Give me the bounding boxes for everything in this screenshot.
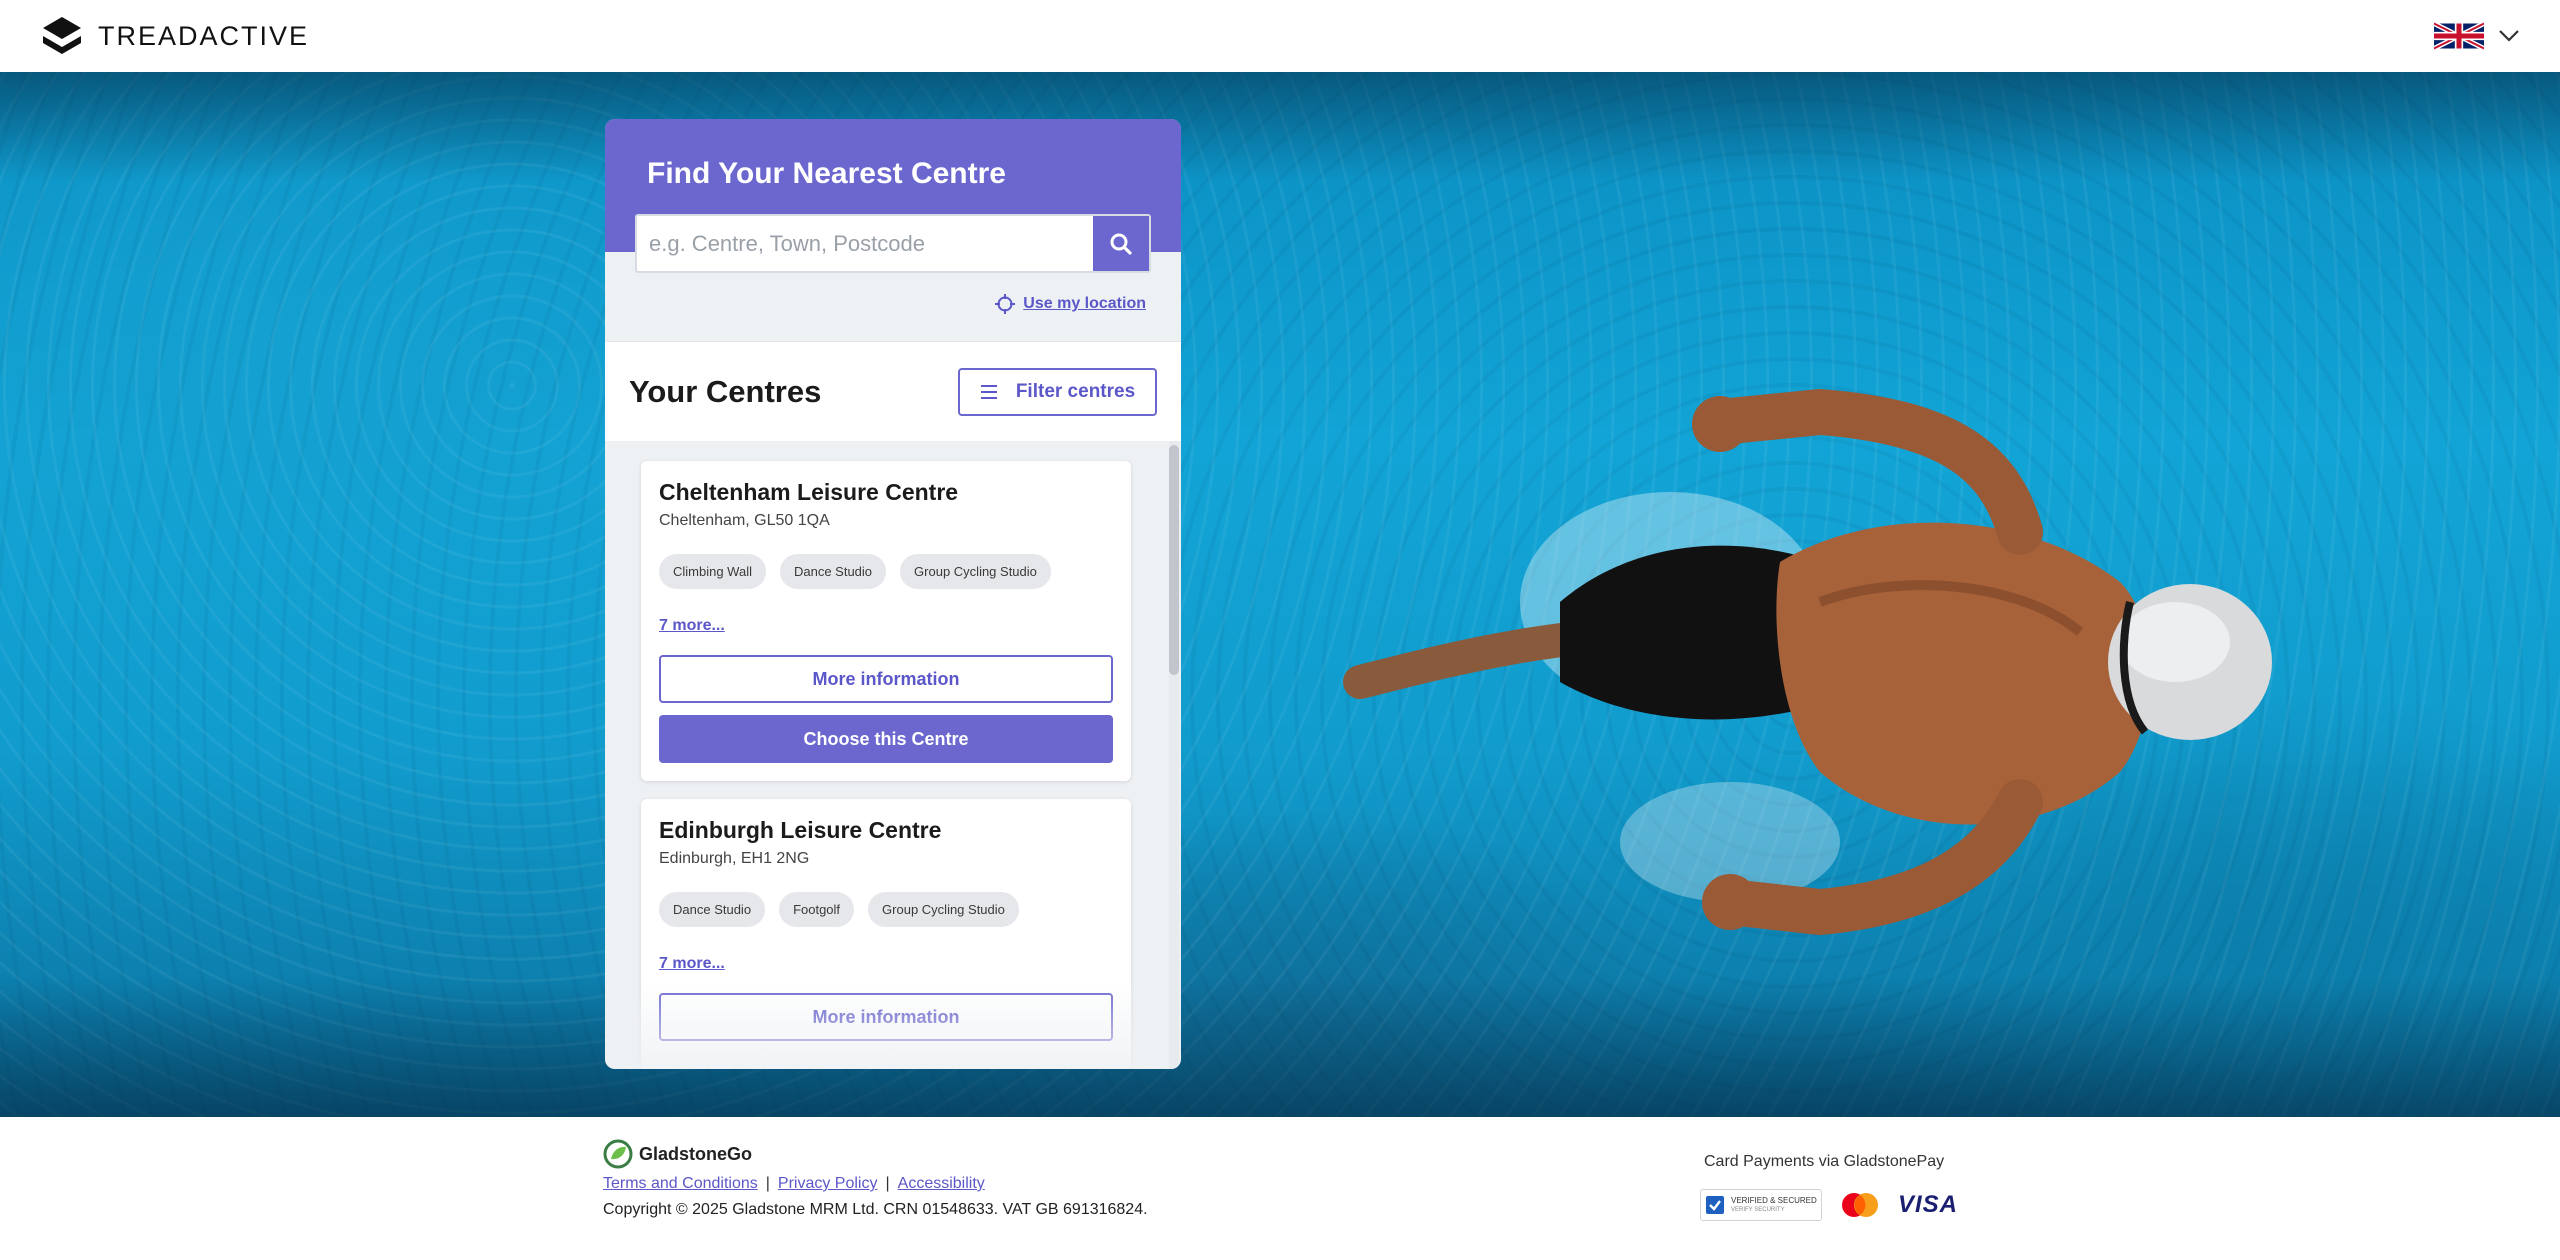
- copyright-text: Copyright © 2025 Gladstone MRM Ltd. CRN …: [603, 1201, 1148, 1218]
- verified-secured-badge: VERIFIED & SECURED VERIFY SECURITY: [1700, 1189, 1822, 1221]
- water-shade-top: [0, 72, 2560, 182]
- facility-tag: Group Cycling Studio: [900, 554, 1051, 589]
- payment-logos: VERIFIED & SECURED VERIFY SECURITY VISA: [1700, 1189, 1958, 1221]
- accessibility-link[interactable]: Accessibility: [898, 1175, 985, 1193]
- link-separator: |: [885, 1175, 890, 1192]
- brand-name: TREADACTIVE: [98, 20, 310, 51]
- facility-tag: Footgolf: [779, 892, 855, 927]
- search-box: [635, 214, 1151, 273]
- swimmer-illustration: [1343, 388, 2272, 936]
- more-information-button[interactable]: More information: [659, 993, 1113, 1041]
- chevron-down-icon: [2499, 30, 2519, 42]
- centre-finder-panel: Find Your Nearest Centre Use my location…: [605, 119, 1181, 1069]
- legal-links: Terms and Conditions | Privacy Policy | …: [603, 1175, 985, 1193]
- site-footer: GladstoneGo Terms and Conditions | Priva…: [0, 1117, 2560, 1260]
- centre-address: Cheltenham, GL50 1QA: [659, 512, 830, 529]
- facility-tag: Dance Studio: [659, 892, 766, 927]
- centre-address: Edinburgh, EH1 2NG: [659, 850, 810, 867]
- visa-logo: VISA: [1898, 1191, 1959, 1218]
- centre-name: Cheltenham Leisure Centre: [659, 479, 959, 505]
- centres-header: Your Centres Filter centres: [605, 341, 1181, 441]
- filter-centres-label: Filter centres: [1015, 380, 1136, 402]
- language-selector[interactable]: [2434, 22, 2520, 50]
- centre-card: Cheltenham Leisure Centre Cheltenham, GL…: [641, 461, 1131, 781]
- use-my-location-label: Use my location: [1023, 295, 1146, 312]
- centre-card: Edinburgh Leisure Centre Edinburgh, EH1 …: [641, 799, 1131, 1069]
- scrollbar-thumb[interactable]: [1169, 445, 1179, 675]
- finder-title: Find Your Nearest Centre: [647, 157, 1006, 190]
- verified-badge-subtext: VERIFY SECURITY: [1731, 1207, 1785, 1213]
- more-facilities-link[interactable]: 7 more...: [659, 617, 725, 635]
- facility-tags: Climbing Wall Dance Studio Group Cycling…: [659, 554, 1113, 589]
- shield-icon: [1706, 1196, 1724, 1214]
- gladstone-leaf-icon: [603, 1139, 633, 1169]
- centres-list[interactable]: Cheltenham Leisure Centre Cheltenham, GL…: [605, 441, 1181, 1069]
- uk-flag-icon: [2434, 22, 2484, 50]
- hero-pool-image: [0, 72, 2560, 1117]
- mastercard-icon: [1842, 1193, 1878, 1217]
- filter-centres-button[interactable]: Filter centres: [958, 367, 1157, 416]
- gladstone-go-name: GladstoneGo: [639, 1143, 753, 1164]
- menu-lines-icon: [980, 384, 997, 399]
- brand-logo-link[interactable]: TREADACTIVE: [40, 14, 309, 58]
- search-icon: [1110, 233, 1132, 255]
- facility-tag: Group Cycling Studio: [868, 892, 1019, 927]
- use-my-location-link[interactable]: Use my location: [995, 294, 1146, 314]
- gladstone-go-logo: GladstoneGo: [603, 1139, 752, 1169]
- centre-name: Edinburgh Leisure Centre: [659, 817, 942, 843]
- search-input[interactable]: [637, 216, 1093, 271]
- payments-title: Card Payments via GladstonePay: [1704, 1153, 1945, 1170]
- terms-link[interactable]: Terms and Conditions: [603, 1175, 758, 1193]
- facility-tag: Dance Studio: [779, 554, 887, 589]
- crosshair-icon: [995, 294, 1016, 314]
- facility-tags: Dance Studio Footgolf Group Cycling Stud…: [659, 892, 1113, 927]
- choose-centre-button[interactable]: Choose this Centre: [659, 715, 1113, 763]
- privacy-link[interactable]: Privacy Policy: [778, 1175, 878, 1193]
- facility-tag: Climbing Wall: [659, 554, 766, 589]
- centres-title: Your Centres: [629, 373, 822, 409]
- more-information-button[interactable]: More information: [659, 655, 1113, 703]
- more-facilities-link[interactable]: 7 more...: [659, 955, 725, 973]
- site-header: TREADACTIVE: [0, 0, 2560, 72]
- search-button[interactable]: [1093, 216, 1149, 271]
- treadactive-logo-icon: [43, 17, 81, 54]
- verified-badge-text: VERIFIED & SECURED: [1731, 1196, 1817, 1205]
- link-separator: |: [765, 1175, 770, 1192]
